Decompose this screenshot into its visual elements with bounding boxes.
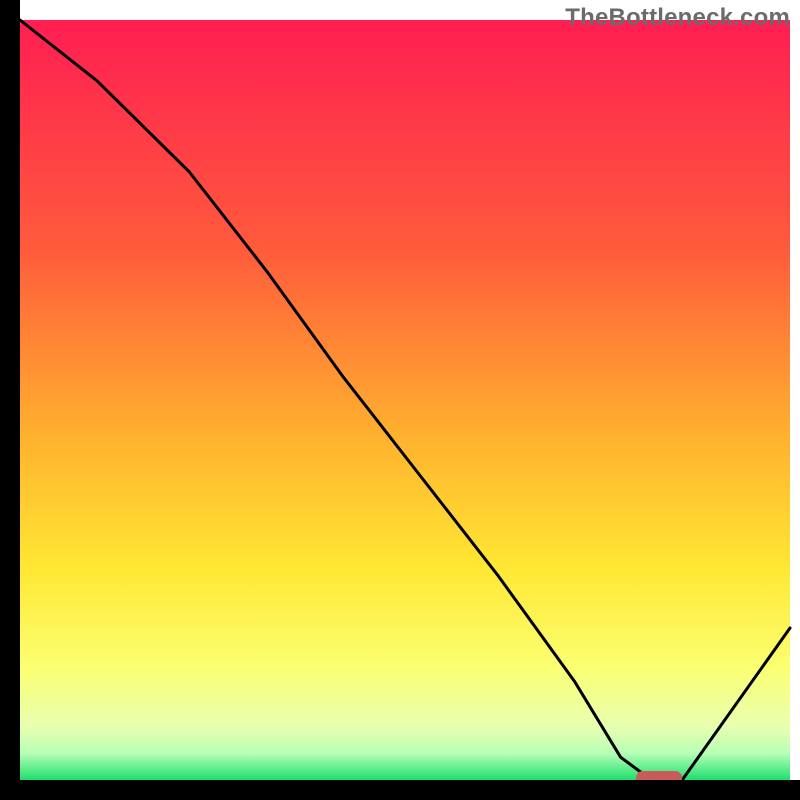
gradient-background <box>20 20 790 780</box>
bottleneck-chart: TheBottleneck.com <box>0 0 800 800</box>
x-axis <box>0 780 800 800</box>
y-axis <box>0 0 20 800</box>
watermark-text: TheBottleneck.com <box>565 4 790 32</box>
chart-svg <box>0 0 800 800</box>
